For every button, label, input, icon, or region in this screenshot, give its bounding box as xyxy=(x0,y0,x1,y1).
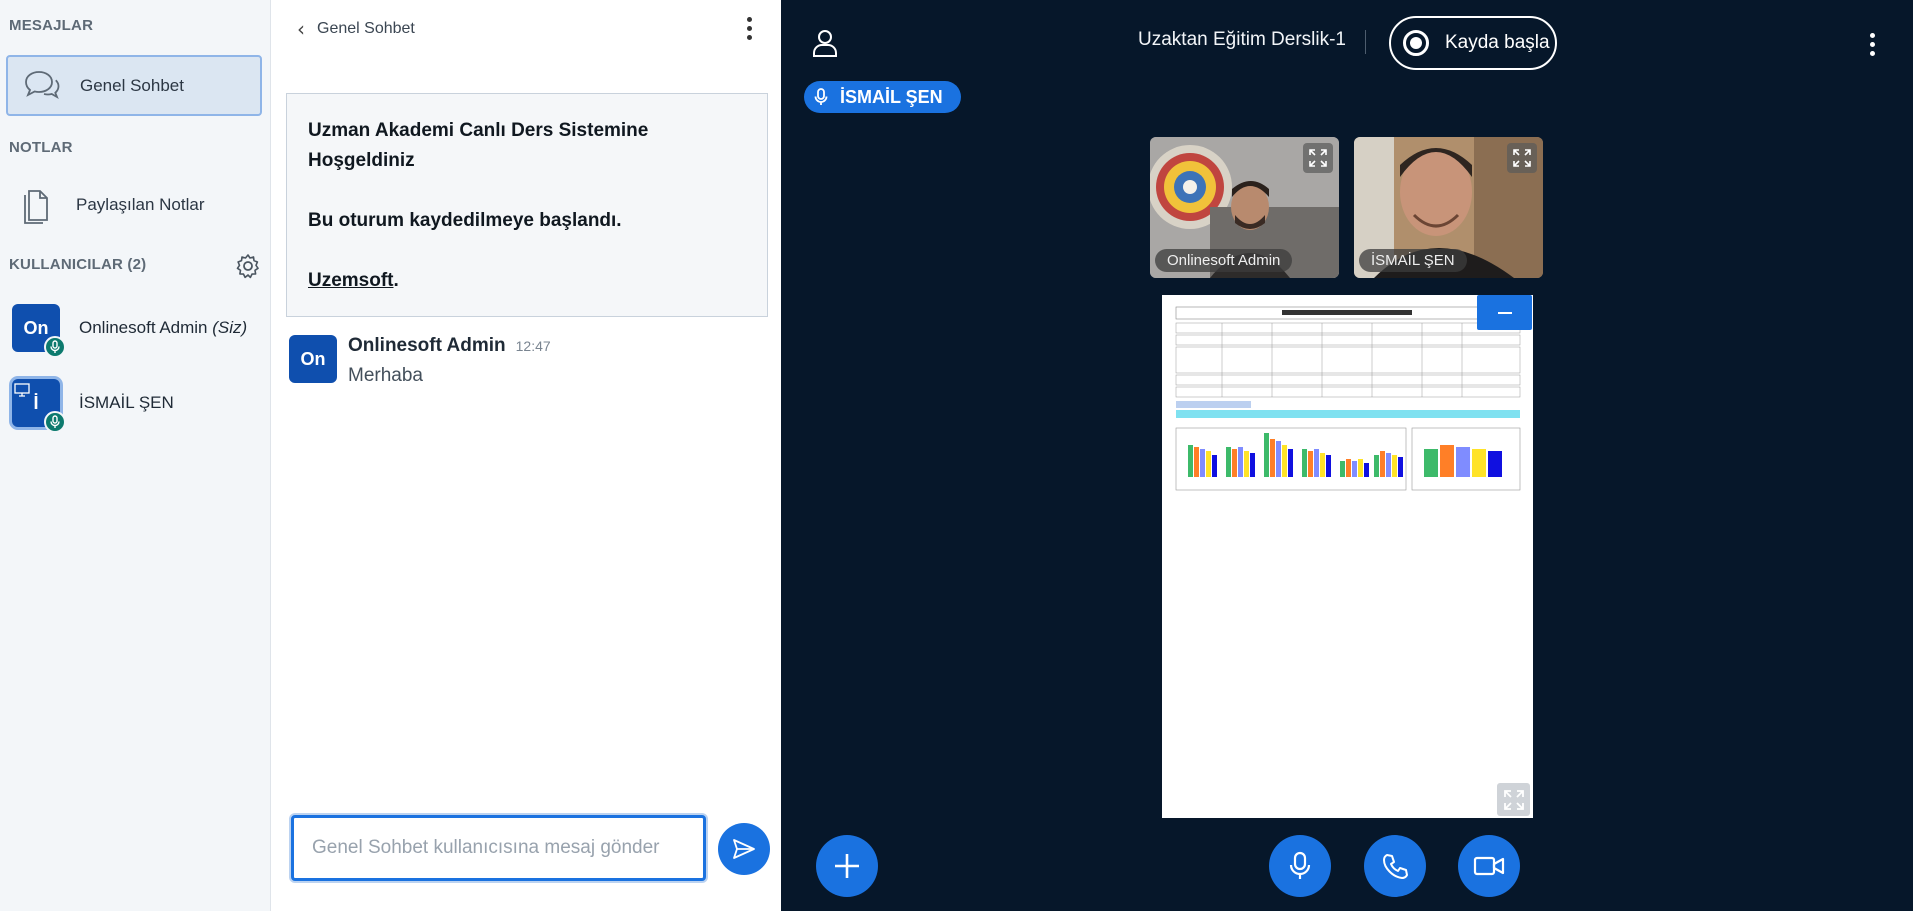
actions-plus-button[interactable] xyxy=(816,835,878,897)
user-list-toggle-icon[interactable] xyxy=(811,28,839,58)
webcam-name: Onlinesoft Admin xyxy=(1155,249,1293,272)
webcam-ismail-sen[interactable]: İSMAİL ŞEN xyxy=(1354,137,1543,278)
messages-section-title: MESAJLAR xyxy=(9,17,94,34)
talking-indicator: İSMAİL ŞEN xyxy=(804,81,961,113)
avatar: On xyxy=(289,335,337,383)
message-author: Onlinesoft Admin xyxy=(348,335,506,356)
video-camera-icon xyxy=(1473,856,1505,876)
webcam-onlinesoft-admin[interactable]: Onlinesoft Admin xyxy=(1150,137,1339,278)
message-time: 12:47 xyxy=(515,338,551,354)
user-row-onlinesoft-admin[interactable]: On Onlinesoft Admin (Siz) xyxy=(12,298,262,358)
minimize-presentation-button[interactable] xyxy=(1477,295,1532,330)
webcam-name: İSMAİL ŞEN xyxy=(1359,249,1467,272)
chat-title: Genel Sohbet xyxy=(317,20,415,37)
presentation-slide[interactable] xyxy=(1162,295,1533,818)
uzemsoft-link[interactable]: Uzemsoft xyxy=(308,270,394,291)
notes-document-icon xyxy=(8,180,64,230)
plus-icon xyxy=(835,854,859,878)
user-name: Onlinesoft Admin (Siz) xyxy=(79,318,247,338)
welcome-line: Uzman Akademi Canlı Ders Sistemine Hoşge… xyxy=(308,120,649,171)
avatar-initials: İ xyxy=(33,392,39,413)
gear-icon[interactable] xyxy=(235,253,261,279)
avatar-initials: On xyxy=(23,317,49,338)
microphone-icon xyxy=(1289,851,1311,879)
user-row-ismail-sen[interactable]: İ İSMAİL ŞEN xyxy=(12,373,262,433)
link-suffix: . xyxy=(393,270,399,291)
message-input[interactable] xyxy=(294,818,703,878)
fullscreen-button[interactable] xyxy=(1497,783,1530,816)
microphone-icon xyxy=(814,88,828,105)
public-chat-item[interactable]: Genel Sohbet xyxy=(6,55,262,116)
user-name: İSMAİL ŞEN xyxy=(79,393,174,412)
record-button[interactable]: Kayda başla xyxy=(1389,16,1557,70)
meeting-title: Uzaktan Eğitim Derslik-1 xyxy=(1138,29,1346,50)
slide-document-image xyxy=(1162,295,1533,818)
fullscreen-icon xyxy=(1503,789,1524,810)
record-label: Kayda başla xyxy=(1445,32,1550,53)
recording-notice: Bu oturum kaydedilmeye başlandı. xyxy=(308,210,622,231)
microphone-button[interactable] xyxy=(1269,835,1331,897)
minus-icon xyxy=(1497,311,1512,314)
options-menu-icon[interactable] xyxy=(1868,33,1876,56)
talker-name: İSMAİL ŞEN xyxy=(840,86,943,107)
shared-notes-label: Paylaşılan Notlar xyxy=(76,195,205,214)
welcome-footer: Uzemsoft. xyxy=(308,266,746,296)
microphone-icon xyxy=(44,411,66,433)
message-text: Merhaba xyxy=(348,365,423,386)
send-button[interactable] xyxy=(718,823,770,875)
avatar: İ xyxy=(12,379,66,433)
message-composer[interactable] xyxy=(291,815,706,881)
microphone-icon xyxy=(44,336,66,358)
notes-section-title: NOTLAR xyxy=(9,139,73,156)
send-icon xyxy=(733,839,755,859)
user-list-panel: MESAJLAR Genel Sohbet NOTLAR Paylaşılan … xyxy=(0,0,271,911)
expand-icon[interactable] xyxy=(1507,143,1537,173)
user-name-text: Onlinesoft Admin xyxy=(79,318,208,337)
expand-icon[interactable] xyxy=(1303,143,1333,173)
chat-header[interactable]: ‹ Genel Sohbet xyxy=(297,14,415,44)
chat-options-icon[interactable] xyxy=(745,17,753,40)
you-marker: (Siz) xyxy=(212,318,248,337)
record-icon xyxy=(1403,30,1429,56)
camera-button[interactable] xyxy=(1458,835,1520,897)
welcome-message: Uzman Akademi Canlı Ders Sistemine Hoşge… xyxy=(286,93,768,317)
chat-message: On Onlinesoft Admin 12:47 Merhaba xyxy=(289,335,759,387)
title-separator xyxy=(1365,30,1366,54)
users-section-title: KULLANICILAR (2) xyxy=(9,256,147,273)
presenter-icon xyxy=(14,381,30,397)
meeting-area: Uzaktan Eğitim Derslik-1 Kayda başla İSM… xyxy=(781,0,1913,911)
phone-button[interactable] xyxy=(1364,835,1426,897)
shared-notes-item[interactable]: Paylaşılan Notlar xyxy=(6,178,262,232)
chat-panel: ‹ Genel Sohbet Uzman Akademi Canlı Ders … xyxy=(271,0,781,911)
chevron-left-icon[interactable]: ‹ xyxy=(297,17,305,41)
avatar: On xyxy=(12,304,66,358)
phone-icon xyxy=(1383,854,1408,879)
chat-bubbles-icon xyxy=(14,58,70,114)
public-chat-label: Genel Sohbet xyxy=(80,75,184,95)
